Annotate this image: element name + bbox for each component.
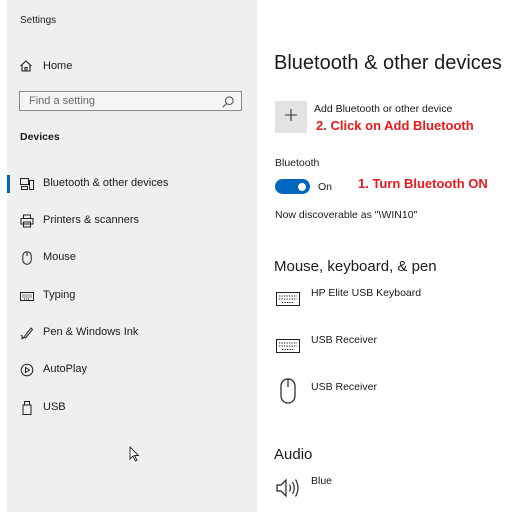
keyboard-icon xyxy=(275,333,301,359)
sidebar-item-label: Typing xyxy=(43,289,76,301)
mouse-icon xyxy=(19,250,35,266)
section-title-devices: Devices xyxy=(20,131,60,143)
annotation-step-2: 2. Click on Add Bluetooth xyxy=(316,118,474,133)
device-name[interactable]: USB Receiver xyxy=(311,334,377,346)
page-title: Bluetooth & other devices xyxy=(274,52,502,74)
search-box[interactable] xyxy=(19,91,242,111)
section-title-audio: Audio xyxy=(274,446,313,463)
section-title-mouse-keyboard-pen: Mouse, keyboard, & pen xyxy=(274,258,437,275)
device-name[interactable]: USB Receiver xyxy=(311,381,377,393)
app-title: Settings xyxy=(20,15,57,26)
keyboard-icon xyxy=(19,288,35,304)
home-icon xyxy=(18,58,34,74)
sidebar-item-mouse[interactable]: Mouse xyxy=(7,246,257,270)
bluetooth-toggle[interactable] xyxy=(275,179,310,194)
keyboard-icon xyxy=(275,286,301,312)
search-icon[interactable] xyxy=(221,95,235,109)
plus-icon xyxy=(284,108,298,127)
sidebar: Settings Home Devices Bluetooth & other … xyxy=(7,0,257,512)
device-name[interactable]: Blue xyxy=(311,475,332,487)
add-device-button[interactable] xyxy=(275,101,307,133)
discoverable-text: Now discoverable as "\WIN10" xyxy=(275,209,418,221)
mouse-pointer-icon xyxy=(129,445,140,467)
bluetooth-label: Bluetooth xyxy=(275,157,320,169)
sidebar-item-bluetooth[interactable]: Bluetooth & other devices xyxy=(7,172,257,196)
usb-icon xyxy=(19,400,35,416)
sidebar-item-label: Bluetooth & other devices xyxy=(43,177,169,189)
bluetooth-devices-icon xyxy=(19,176,35,192)
search-input[interactable] xyxy=(29,95,214,107)
sidebar-item-label: USB xyxy=(43,401,66,413)
sidebar-item-label: Mouse xyxy=(43,251,77,263)
sidebar-item-label: AutoPlay xyxy=(43,363,88,375)
selected-indicator xyxy=(7,175,10,193)
autoplay-icon xyxy=(19,362,35,378)
annotation-step-1: 1. Turn Bluetooth ON xyxy=(358,176,488,191)
add-device-label[interactable]: Add Bluetooth or other device xyxy=(314,103,452,115)
printer-icon xyxy=(19,213,35,229)
sidebar-item-pen[interactable]: Pen & Windows Ink xyxy=(7,321,257,345)
sidebar-item-autoplay[interactable]: AutoPlay xyxy=(7,358,257,382)
sidebar-item-label: Printers & scanners xyxy=(43,214,139,226)
mouse-icon xyxy=(275,378,301,404)
bluetooth-toggle-state: On xyxy=(318,181,333,193)
device-name[interactable]: HP Elite USB Keyboard xyxy=(311,287,421,299)
pen-icon xyxy=(19,325,35,341)
nav-home-label: Home xyxy=(43,60,73,72)
toggle-knob xyxy=(298,182,306,191)
sidebar-item-typing[interactable]: Typing xyxy=(7,284,257,308)
sidebar-item-usb[interactable]: USB xyxy=(7,396,257,420)
speaker-icon xyxy=(275,475,301,501)
sidebar-item-label: Pen & Windows Ink xyxy=(43,326,139,338)
nav-home[interactable]: Home xyxy=(18,56,248,76)
sidebar-item-printers[interactable]: Printers & scanners xyxy=(7,209,257,233)
